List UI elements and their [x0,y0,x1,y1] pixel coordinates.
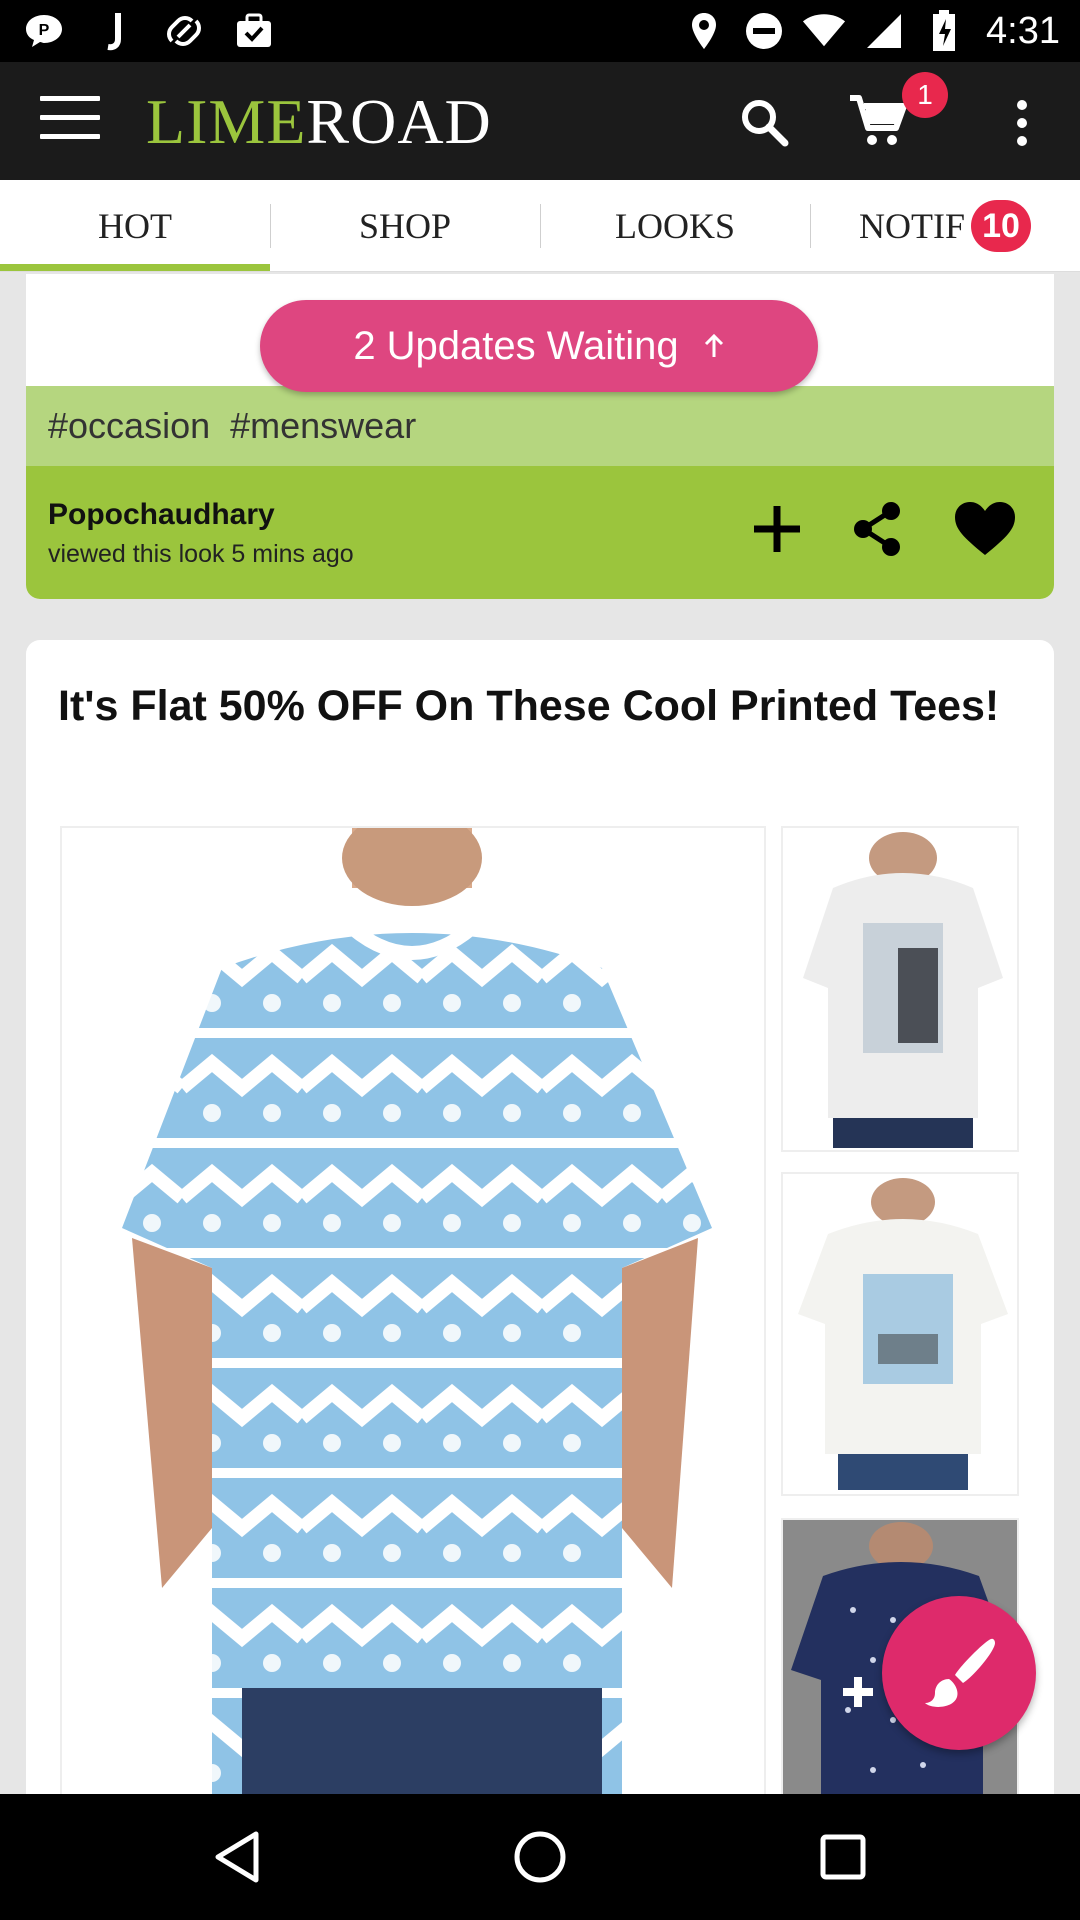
create-look-fab[interactable] [882,1596,1036,1750]
chat-bubble-icon: P [22,9,66,53]
hamburger-menu-icon[interactable] [40,96,100,146]
more-vert-icon[interactable] [1006,98,1038,148]
tag-link[interactable]: #menswear [230,405,416,447]
app-toolbar: LIMEROAD 1 [0,62,1080,180]
main-product-image[interactable] [60,826,766,1800]
tab-looks[interactable]: LOOKS [540,180,810,272]
link-icon [162,9,206,53]
promo-title: It's Flat 50% OFF On These Cool Printed … [58,682,1000,730]
share-icon[interactable] [844,496,910,562]
status-bar: P 4:31 [0,0,1080,62]
notif-count-badge: 10 [971,200,1031,252]
product-thumbnail[interactable] [781,1172,1019,1496]
system-nav-bar [0,1794,1080,1920]
status-time: 4:31 [986,9,1060,52]
product-thumbnail[interactable] [781,826,1019,1152]
home-circle-icon[interactable] [507,1824,573,1890]
updates-waiting-button[interactable]: 2 Updates Waiting [260,300,818,392]
do-not-disturb-icon [742,9,786,53]
tag-bar: #occasion #menswear [26,386,1054,466]
cart-count-badge: 1 [902,72,948,118]
tab-notif[interactable]: NOTIF 10 [810,180,1080,272]
tag-link[interactable]: #occasion [48,405,210,447]
heart-icon[interactable] [952,496,1018,562]
limeroad-logo[interactable]: LIMEROAD [146,90,492,154]
recents-square-icon[interactable] [810,1824,876,1890]
tab-hot[interactable]: HOT [0,180,270,272]
search-icon[interactable] [738,96,790,148]
viewer-name[interactable]: Popochaudhary [48,498,275,532]
active-tab-indicator [0,264,270,271]
briefcase-check-icon [232,9,276,53]
j-icon [92,9,136,53]
wifi-icon [802,9,846,53]
back-triangle-icon[interactable] [204,1824,270,1890]
paintbrush-icon [925,1638,995,1707]
viewer-activity-bar: Popochaudhary viewed this look 5 mins ag… [26,466,1054,599]
location-pin-icon [682,9,726,53]
signal-icon [862,9,906,53]
svg-text:P: P [39,22,50,39]
viewer-activity-text: viewed this look 5 mins ago [48,540,354,568]
cart-icon[interactable] [848,92,908,150]
tab-bar: HOT SHOP LOOKS NOTIF 10 [0,180,1080,272]
tab-shop[interactable]: SHOP [270,180,540,272]
arrow-up-icon [704,333,723,357]
plus-icon[interactable] [744,496,810,562]
battery-charging-icon [922,9,966,53]
